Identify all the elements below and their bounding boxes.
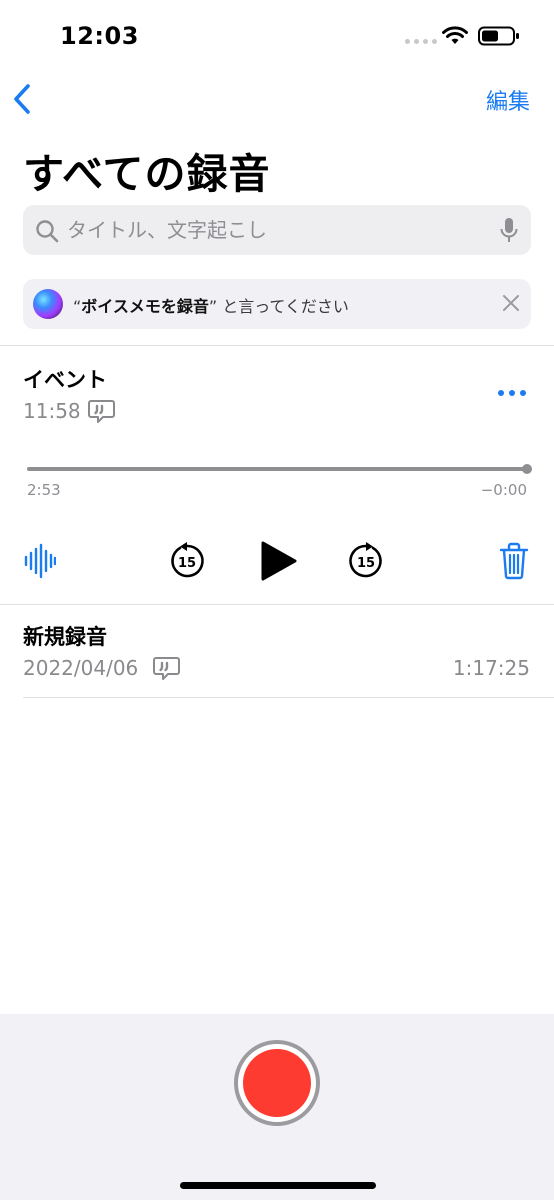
- edit-button[interactable]: 編集: [486, 84, 530, 116]
- recording-name[interactable]: 新規録音: [23, 621, 107, 651]
- record-button[interactable]: [243, 1049, 311, 1117]
- waveform-icon[interactable]: [24, 543, 56, 579]
- skip-forward-label: 15: [357, 556, 375, 571]
- skip-forward-15-icon[interactable]: 15: [347, 542, 385, 580]
- scrubber-knob[interactable]: [522, 464, 532, 474]
- status-time: 12:03: [60, 22, 139, 50]
- back-chevron-icon[interactable]: [10, 82, 36, 116]
- divider: [0, 604, 554, 605]
- battery-icon: [478, 26, 519, 46]
- divider: [0, 345, 554, 346]
- skip-back-15-icon[interactable]: 15: [168, 542, 206, 580]
- siri-tip-text: “ボイスメモを録音” と言ってください: [73, 297, 349, 316]
- search-icon: [36, 220, 59, 243]
- search-input[interactable]: [67, 205, 487, 255]
- elapsed-time: 2:53: [27, 481, 61, 499]
- transcript-icon: [153, 657, 180, 680]
- more-options-button[interactable]: [498, 390, 526, 396]
- siri-tip-banner: “ボイスメモを録音” と言ってください: [23, 279, 531, 329]
- close-icon[interactable]: [501, 293, 521, 313]
- home-indicator[interactable]: [180, 1182, 376, 1189]
- remaining-time: −0:00: [480, 481, 527, 499]
- microphone-icon[interactable]: [499, 217, 519, 245]
- trash-icon[interactable]: [499, 542, 529, 580]
- search-bar[interactable]: [23, 205, 531, 255]
- playback-scrubber[interactable]: [27, 467, 527, 471]
- siri-orb-icon: [33, 289, 63, 319]
- skip-back-label: 15: [178, 556, 196, 571]
- recording-duration: 1:17:25: [452, 656, 530, 680]
- transcript-icon: [88, 400, 115, 423]
- wifi-icon: [442, 26, 468, 44]
- divider: [23, 697, 554, 698]
- recording-name[interactable]: イベント: [23, 364, 107, 394]
- page-title: すべての録音: [23, 150, 271, 198]
- recording-date: 2022/04/06: [23, 656, 139, 680]
- cellular-signal-icon: [405, 39, 437, 44]
- play-button[interactable]: [258, 540, 298, 582]
- recording-date: 11:58: [23, 399, 81, 423]
